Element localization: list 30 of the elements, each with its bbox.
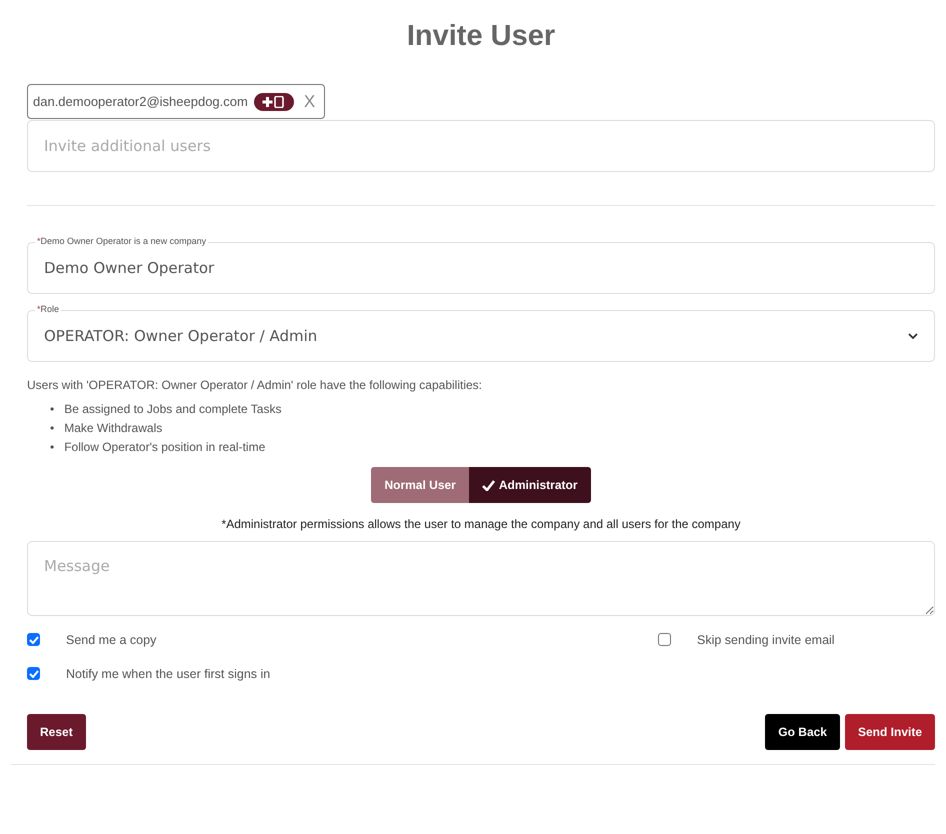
capability-item: Follow Operator's position in real-time	[64, 439, 266, 456]
message-field[interactable]: Message	[27, 541, 935, 616]
checkbox[interactable]	[27, 667, 40, 680]
checkbox[interactable]	[27, 633, 40, 646]
checkbox[interactable]	[658, 633, 671, 646]
checkbox-label: Notify me when the user first signs in	[66, 666, 270, 680]
invite-field[interactable]: Invite additional users	[27, 120, 935, 172]
chevron-down-icon	[908, 332, 918, 340]
user-type-toggle[interactable]: Normal User	[371, 467, 469, 503]
bullet: •	[50, 420, 54, 437]
field-label: *Role	[35, 303, 62, 315]
bullet: •	[50, 439, 54, 456]
field-label: *Demo Owner Operator is a new company	[35, 235, 208, 247]
invitee-email: dan.demooperator2@isheepdog.com	[33, 94, 248, 109]
go-back-button[interactable]: Go Back	[765, 714, 840, 750]
user-type-toggle[interactable]: Administrator	[468, 467, 591, 503]
remove-button[interactable]: X	[300, 92, 320, 112]
checkbox-label: Skip sending invite email	[697, 632, 835, 646]
add-phone-badge[interactable]	[254, 92, 294, 110]
capability-item: Be assigned to Jobs and complete Tasks	[64, 401, 282, 418]
capabilities-intro: Users with 'OPERATOR: Owner Operator / Admin' role have the following capabilities:	[27, 378, 483, 392]
plus-phone-icon	[262, 96, 286, 108]
send-invite-button[interactable]: Send Invite	[844, 714, 935, 750]
page-title: Invite User	[406, 20, 556, 53]
admin-note: *Administrator permissions allows the user to manage the company and all users for the company	[220, 517, 742, 531]
checkbox-label: Send me a copy	[66, 632, 156, 646]
capability-item: Make Withdrawals	[64, 420, 162, 437]
reset-button[interactable]: Reset	[27, 714, 86, 750]
check-icon	[482, 480, 495, 490]
bullet: •	[50, 401, 54, 418]
